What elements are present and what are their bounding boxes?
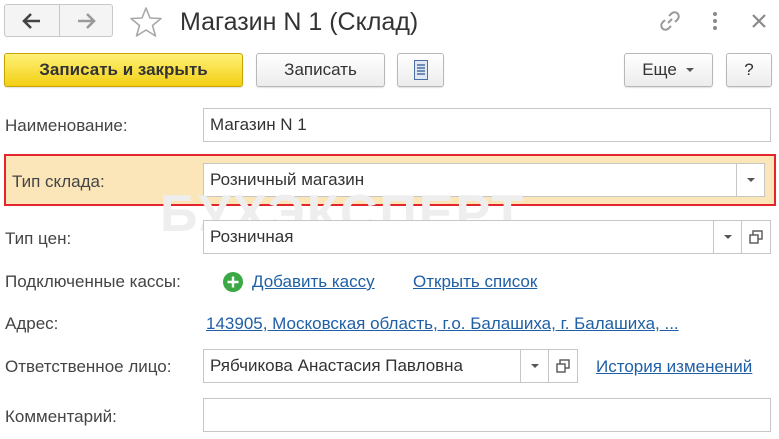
- more-menu-label: Еще: [642, 60, 677, 79]
- address-label: Адрес:: [5, 314, 59, 333]
- responsible-select[interactable]: Рябчикова Анастасия Павловна: [203, 349, 549, 383]
- add-register-link[interactable]: Добавить кассу: [252, 271, 375, 293]
- comment-label: Комментарий:: [5, 407, 117, 426]
- link-button[interactable]: [654, 6, 686, 36]
- close-button[interactable]: [745, 6, 773, 36]
- page-title: Магазин N 1 (Склад): [180, 8, 419, 36]
- responsible-dropdown-button[interactable]: [520, 350, 548, 382]
- address-link[interactable]: 143905, Московская область, г.о. Балаших…: [206, 313, 772, 335]
- warehouse-type-label: Тип склада:: [12, 172, 105, 191]
- open-window-icon: [556, 359, 570, 373]
- save-and-close-button[interactable]: Записать и закрыть: [4, 53, 243, 87]
- registers-label: Подключенные кассы:: [5, 272, 181, 291]
- star-icon: [130, 7, 162, 37]
- name-input[interactable]: Магазин N 1: [203, 108, 771, 142]
- responsible-value: Рябчикова Анастасия Павловна: [210, 356, 464, 375]
- save-button[interactable]: Записать: [256, 53, 385, 87]
- vertical-dots-icon: [713, 12, 717, 30]
- link-icon: [660, 11, 680, 31]
- document-list-button[interactable]: [397, 53, 444, 87]
- more-actions-button[interactable]: [703, 6, 727, 36]
- more-menu-button[interactable]: Еще: [624, 53, 713, 87]
- price-type-label: Тип цен:: [5, 229, 72, 248]
- chevron-down-icon: [530, 364, 539, 368]
- list-icon: [413, 60, 428, 80]
- back-button[interactable]: [5, 5, 59, 36]
- arrow-left-icon: [21, 12, 40, 29]
- open-window-icon: [749, 230, 763, 244]
- favorite-button[interactable]: [128, 4, 164, 40]
- responsible-label: Ответственное лицо:: [5, 357, 172, 376]
- plus-circle-icon: [223, 272, 243, 292]
- chevron-down-icon: [723, 235, 732, 239]
- chevron-down-icon: [685, 68, 694, 72]
- arrow-right-icon: [77, 12, 96, 29]
- chevron-down-icon: [746, 178, 755, 182]
- change-history-link[interactable]: История изменений: [596, 356, 752, 378]
- comment-input[interactable]: [203, 398, 771, 432]
- price-type-select[interactable]: Розничная: [203, 220, 742, 254]
- price-type-value: Розничная: [210, 227, 294, 246]
- forward-button[interactable]: [58, 5, 113, 36]
- price-type-dropdown-button[interactable]: [713, 221, 741, 253]
- warehouse-type-dropdown-button[interactable]: [736, 164, 764, 196]
- close-icon: [752, 14, 766, 28]
- name-label: Наименование:: [5, 116, 128, 135]
- responsible-open-button[interactable]: [549, 349, 578, 383]
- price-type-open-button[interactable]: [742, 220, 771, 254]
- open-registers-list-link[interactable]: Открыть список: [413, 271, 537, 293]
- navigation-group: [4, 4, 113, 37]
- add-register-icon-button[interactable]: [222, 271, 244, 293]
- help-button[interactable]: ?: [726, 53, 772, 87]
